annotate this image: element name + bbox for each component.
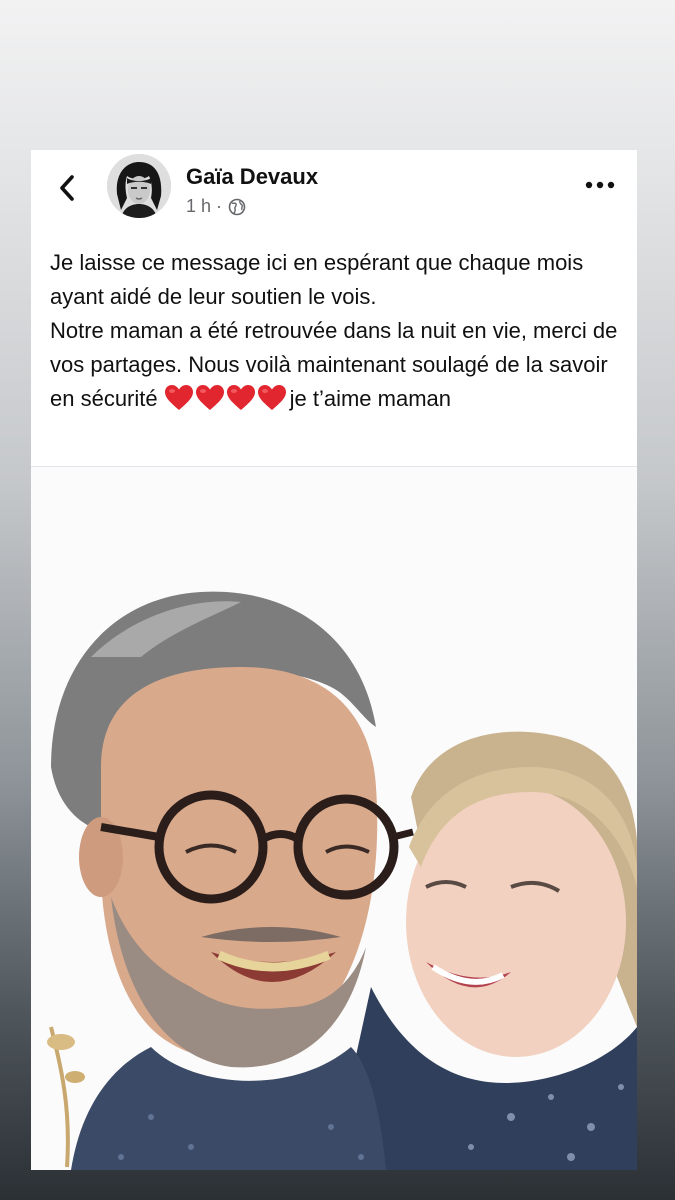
post-card: Gaïa Devaux 1 h · Je laisse ce message i…: [31, 150, 637, 1170]
post-text-line-1: Je laisse ce message ici en espérant que…: [50, 250, 584, 309]
couple-selfie-image: [31, 467, 637, 1170]
more-options-button[interactable]: [583, 172, 617, 198]
globe-icon: [228, 198, 246, 215]
heart-icon: [195, 385, 224, 410]
meta-separator: ·: [216, 196, 223, 216]
heart-icon: [226, 385, 255, 410]
post-photo[interactable]: [31, 467, 637, 1170]
post-header: Gaïa Devaux 1 h ·: [31, 150, 637, 234]
post-timestamp[interactable]: 1 h: [186, 196, 211, 217]
author-name[interactable]: Gaïa Devaux: [186, 164, 318, 190]
heart-emojis: ❤️❤️❤️❤️: [164, 384, 288, 412]
post-meta: 1 h ·: [186, 196, 246, 217]
heart-icon: [164, 385, 193, 410]
avatar-image: [107, 154, 171, 218]
post-text-line-2: Notre maman a été retrouvée dans la nuit…: [50, 314, 622, 416]
chevron-left-icon: [60, 175, 74, 201]
heart-icon: [257, 385, 286, 410]
more-horizontal-icon: [585, 181, 615, 189]
back-button[interactable]: [49, 170, 85, 206]
avatar[interactable]: [107, 154, 171, 218]
post-text-line-2-end: je t’aime maman: [289, 386, 452, 411]
post-text: Je laisse ce message ici en espérant que…: [50, 246, 622, 416]
